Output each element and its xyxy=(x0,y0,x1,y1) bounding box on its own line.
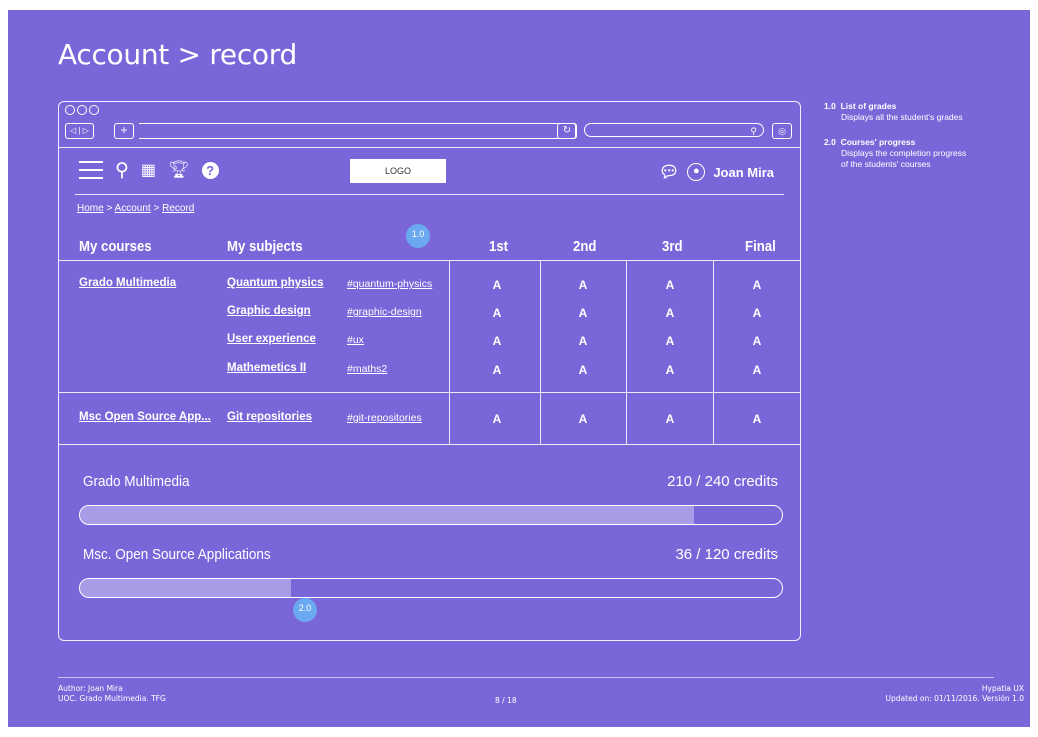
grade: A xyxy=(578,412,588,426)
reload-icon[interactable]: ↻ xyxy=(557,123,577,139)
trophy-icon[interactable]: 🏆︎ xyxy=(168,160,190,180)
breadcrumb: Home > Account > Record xyxy=(77,203,195,214)
note-1: 1.0 List of grades Displays all the stud… xyxy=(824,101,963,122)
back-icon[interactable]: ◁ xyxy=(70,126,76,135)
marker-label: 2.0 xyxy=(298,603,312,613)
header-final: Final xyxy=(745,238,776,255)
new-tab-button[interactable]: + xyxy=(114,123,134,139)
grade: A xyxy=(492,306,502,320)
browser-search-input[interactable]: ⚲ xyxy=(584,123,764,137)
subject-link[interactable]: Quantum physics xyxy=(227,277,324,289)
forward-icon[interactable]: ▷ xyxy=(83,126,89,135)
marker-1-icon: 1.0 xyxy=(406,220,430,250)
page-number: 8 / 18 xyxy=(495,696,517,705)
user-name[interactable]: Joan Mira xyxy=(713,165,774,180)
address-bar[interactable] xyxy=(139,123,576,139)
page-title: Account > record xyxy=(58,38,297,71)
browser-window: ◁ | ▷ + ↻ ⚲ ◎ ⚲ ▦ 🏆︎ ? LOGO 💬︎ ● Joan Mi… xyxy=(58,101,801,641)
window-maximize-dot[interactable] xyxy=(89,105,99,115)
grade: A xyxy=(492,278,502,292)
progress-value: 36 / 120 credits xyxy=(675,546,778,563)
subject-tag[interactable]: #graphic-design xyxy=(347,306,422,318)
help-icon[interactable]: ? xyxy=(201,161,219,179)
subject-tag[interactable]: #ux xyxy=(347,334,364,346)
back-forward-buttons[interactable]: ◁ | ▷ xyxy=(65,123,94,139)
column-divider xyxy=(540,260,541,444)
marker-label: 1.0 xyxy=(411,229,425,239)
grade: A xyxy=(578,306,588,320)
progress-bar xyxy=(79,505,783,525)
subject-link[interactable]: Mathemetics II xyxy=(227,362,306,374)
search-icon: ⚲ xyxy=(750,126,757,136)
annotation-notes: 1.0 List of grades Displays all the stud… xyxy=(824,101,966,184)
footer-divider xyxy=(58,677,994,678)
note-2: 2.0 Courses' progress Displays the compl… xyxy=(824,137,967,169)
course-link[interactable]: Grado Multimedia xyxy=(79,277,176,289)
marker-2-icon: 2.0 xyxy=(293,598,317,628)
progress-value: 210 / 240 credits xyxy=(667,473,778,490)
grade: A xyxy=(752,363,762,377)
settings-icon[interactable]: ◎ xyxy=(772,123,792,139)
app-toolbar: ⚲ ▦ 🏆︎ ? xyxy=(79,156,219,184)
grade: A xyxy=(665,306,675,320)
user-menu[interactable]: 💬︎ ● Joan Mira xyxy=(659,162,774,182)
grade: A xyxy=(752,306,762,320)
grid-icon[interactable]: ▦ xyxy=(141,160,156,180)
column-divider xyxy=(449,260,450,444)
table-divider xyxy=(59,260,800,261)
subject-tag[interactable]: #git-repositories xyxy=(347,412,422,424)
grade: A xyxy=(578,363,588,377)
window-close-dot[interactable] xyxy=(65,105,75,115)
header-1st: 1st xyxy=(489,238,509,255)
progress-bar xyxy=(79,578,783,598)
grade: A xyxy=(578,278,588,292)
breadcrumb-home[interactable]: Home xyxy=(77,203,104,214)
subject-tag[interactable]: #quantum-physics xyxy=(347,278,432,290)
divider xyxy=(75,194,784,195)
menu-icon[interactable] xyxy=(79,161,103,179)
breadcrumb-record[interactable]: Record xyxy=(162,203,194,214)
chat-icon[interactable]: 💬︎ xyxy=(659,162,679,182)
table-divider xyxy=(59,392,800,393)
progress-fill xyxy=(80,506,695,524)
column-divider xyxy=(626,260,627,444)
window-controls[interactable] xyxy=(65,105,101,118)
grade: A xyxy=(665,278,675,292)
course-link[interactable]: Msc Open Source App... xyxy=(79,411,211,423)
window-minimize-dot[interactable] xyxy=(77,105,87,115)
table-divider xyxy=(59,444,800,445)
footer-left: Author: Joan Mira UOC. Grado Multimedia.… xyxy=(58,684,166,703)
header-2nd: 2nd xyxy=(573,238,597,255)
subject-link[interactable]: Graphic design xyxy=(227,305,311,317)
progress-title: Grado Multimedia xyxy=(83,473,190,490)
search-icon[interactable]: ⚲ xyxy=(115,159,129,182)
header-3rd: 3rd xyxy=(662,238,683,255)
user-icon: ● xyxy=(687,163,706,181)
grade: A xyxy=(492,363,502,377)
footer-right: Hypatia UX Updated on: 01/11/2016. Versi… xyxy=(885,684,1024,703)
breadcrumb-account[interactable]: Account xyxy=(115,203,151,214)
grade: A xyxy=(665,412,675,426)
divider xyxy=(59,147,800,148)
progress-fill xyxy=(80,579,291,597)
progress-title: Msc. Open Source Applications xyxy=(83,546,271,563)
subject-link[interactable]: Git repositories xyxy=(227,411,312,423)
grade: A xyxy=(665,334,675,348)
grade: A xyxy=(665,363,675,377)
subject-tag[interactable]: #maths2 xyxy=(347,363,387,375)
logo[interactable]: LOGO xyxy=(350,159,446,183)
grade: A xyxy=(752,278,762,292)
header-my-subjects: My subjects xyxy=(227,238,303,255)
subject-link[interactable]: User experience xyxy=(227,333,316,345)
column-divider xyxy=(713,260,714,444)
grade: A xyxy=(492,412,502,426)
grade: A xyxy=(752,412,762,426)
grade: A xyxy=(578,334,588,348)
grade: A xyxy=(492,334,502,348)
header-my-courses: My courses xyxy=(79,238,152,255)
grade: A xyxy=(752,334,762,348)
